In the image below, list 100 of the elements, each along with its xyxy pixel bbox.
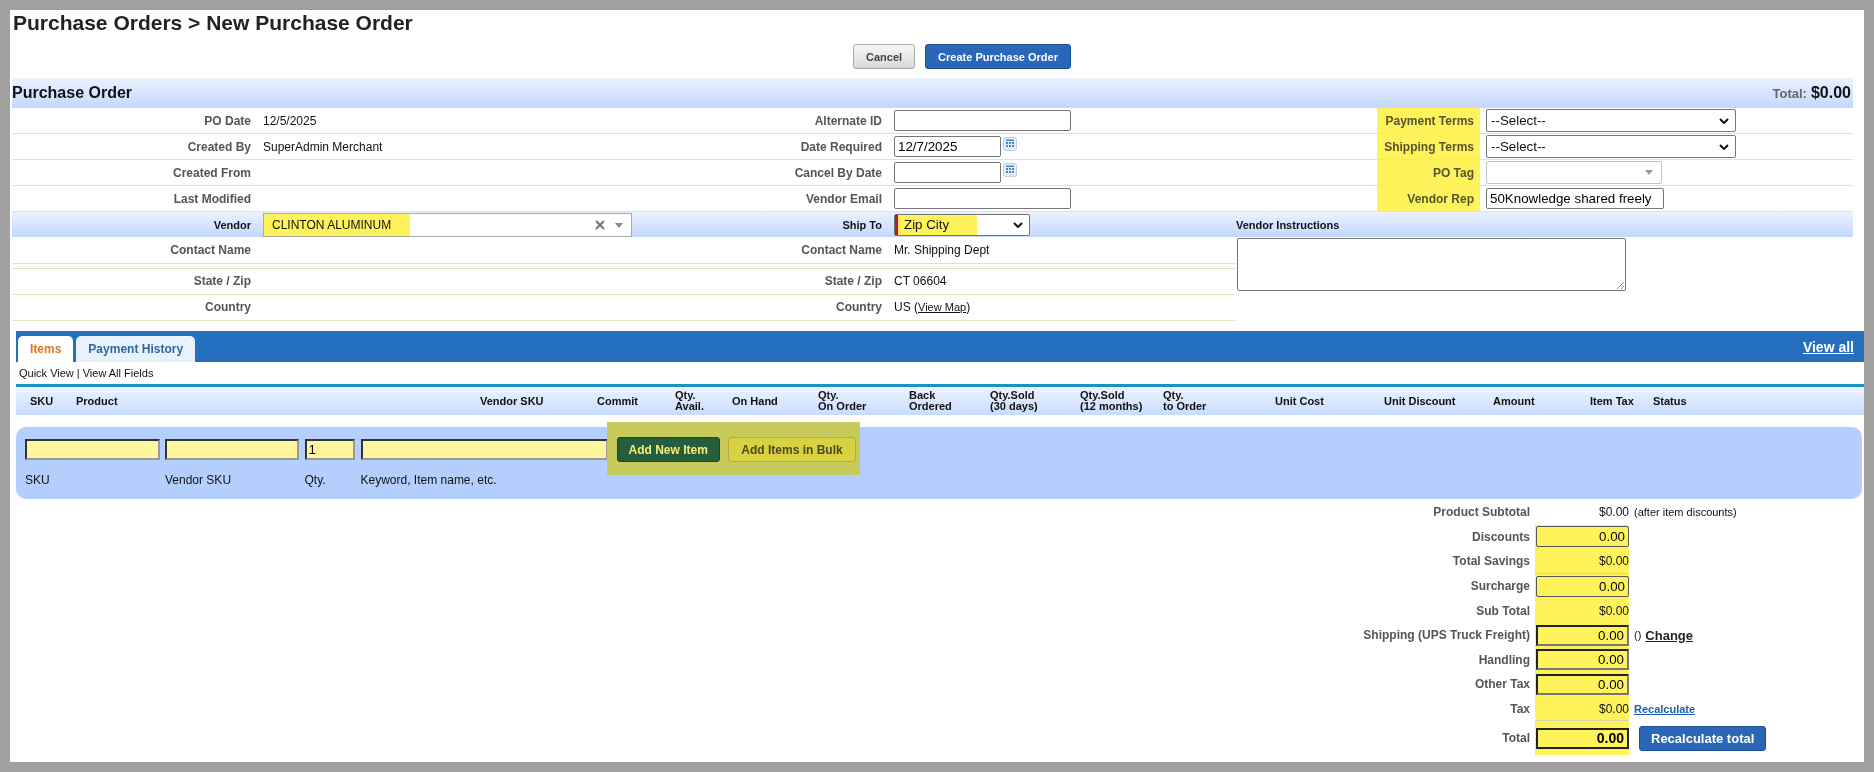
total-label: Total bbox=[1502, 731, 1530, 746]
field-value: 12/5/2025 bbox=[263, 113, 317, 128]
field-label: Created From bbox=[172, 165, 251, 180]
column-header: Amount bbox=[1493, 395, 1535, 407]
calendar-icon[interactable] bbox=[1003, 137, 1017, 151]
amount-field[interactable]: 0.00 bbox=[1536, 673, 1629, 695]
total-label: Surcharge bbox=[1470, 579, 1530, 594]
column-header: Unit Discount bbox=[1384, 395, 1456, 407]
column-header: Back Ordered bbox=[909, 390, 952, 412]
total-label: Sub Total bbox=[1476, 603, 1530, 618]
text-field[interactable] bbox=[25, 439, 160, 460]
field-value: US (View Map) bbox=[894, 300, 971, 315]
text-field[interactable]: 1 bbox=[304, 439, 355, 460]
amount-value: $0.00 bbox=[1598, 554, 1629, 568]
caret-icon bbox=[1645, 170, 1653, 175]
text-field[interactable] bbox=[360, 439, 608, 460]
recalculate-button[interactable]: Recalculate total bbox=[1639, 725, 1767, 751]
column-header: Item Tax bbox=[1590, 395, 1634, 407]
column-header: On Hand bbox=[732, 395, 778, 407]
text-field[interactable]: 50Knowledge shared freely bbox=[1486, 188, 1664, 209]
view-all-link[interactable]: View all bbox=[1802, 338, 1854, 355]
column-header: Commit bbox=[597, 395, 638, 407]
change-link[interactable]: Change bbox=[1645, 627, 1693, 643]
text-field[interactable] bbox=[165, 439, 299, 460]
total-value: $0.00 bbox=[1810, 84, 1851, 102]
calendar-icon[interactable] bbox=[1003, 163, 1017, 177]
recalculate-link[interactable]: Recalculate bbox=[1634, 703, 1696, 716]
column-header: Qty.Sold (12 months) bbox=[1080, 390, 1143, 412]
field-label: Contact Name bbox=[170, 242, 251, 257]
field-label: Contact Name bbox=[801, 242, 882, 257]
view-link[interactable]: Quick View bbox=[19, 367, 74, 379]
clear-icon[interactable] bbox=[595, 220, 605, 230]
column-header: Status bbox=[1653, 395, 1687, 407]
text-field[interactable] bbox=[894, 188, 1071, 209]
column-header: Qty.Sold (30 days) bbox=[990, 390, 1038, 412]
date-field[interactable]: 12/7/2025 bbox=[894, 136, 1001, 157]
view-separator: | bbox=[76, 367, 80, 379]
field-label: State / Zip bbox=[824, 274, 882, 288]
field-label: SKU bbox=[25, 473, 51, 487]
select-field[interactable]: --Select-- bbox=[1486, 135, 1736, 158]
section-title: Purchase Order bbox=[12, 84, 133, 102]
vendor-combobox[interactable]: CLINTON ALUMINUM bbox=[263, 213, 632, 237]
create-order-button[interactable]: Create Purchase Order bbox=[925, 44, 1071, 69]
total-label: Total: bbox=[1772, 85, 1807, 101]
combo-field[interactable] bbox=[1486, 161, 1662, 184]
amount-field[interactable]: 0.00 bbox=[1536, 649, 1629, 671]
text-field[interactable] bbox=[894, 110, 1071, 131]
field-value: SuperAdmin Merchant bbox=[263, 139, 383, 154]
field-label: Payment Terms bbox=[1377, 108, 1480, 133]
total-label: Other Tax bbox=[1474, 677, 1530, 692]
amount-field[interactable]: 0.00 bbox=[1536, 526, 1629, 548]
date-field[interactable] bbox=[894, 162, 1001, 183]
total-label: Handling bbox=[1478, 652, 1530, 667]
cancel-button[interactable]: Cancel bbox=[853, 44, 916, 69]
amount-field[interactable]: 0.00 bbox=[1536, 727, 1629, 749]
field-label: Vendor SKU bbox=[165, 473, 233, 487]
total-label: Total Savings bbox=[1452, 554, 1530, 569]
field-label: Country bbox=[205, 300, 251, 315]
field-label: Vendor bbox=[213, 218, 251, 231]
amount-field[interactable]: 0.00 bbox=[1536, 624, 1629, 646]
bulk-add-button[interactable]: Add Items in Bulk bbox=[728, 437, 856, 462]
field-label: Alternate ID bbox=[814, 113, 882, 128]
resize-grip-icon[interactable] bbox=[1616, 281, 1624, 289]
amount-value: $0.00 bbox=[1598, 701, 1629, 716]
field-label: Keyword, Item name, etc. bbox=[360, 473, 498, 487]
amount-value: $0.00 bbox=[1598, 505, 1629, 520]
view-link[interactable]: View All Fields bbox=[82, 367, 154, 379]
column-header: Product bbox=[76, 395, 118, 407]
field-label: Qty. bbox=[304, 473, 327, 487]
field-label: Vendor Email bbox=[805, 191, 882, 206]
select-field[interactable]: --Select-- bbox=[1486, 109, 1736, 132]
caret-icon bbox=[1013, 221, 1023, 228]
tab[interactable]: Payment History bbox=[76, 336, 196, 362]
field-label: PO Tag bbox=[1377, 160, 1480, 185]
column-header: Qty. On Order bbox=[818, 390, 867, 412]
field-value: Mr. Shipping Dept bbox=[894, 242, 990, 257]
column-header: Vendor SKU bbox=[480, 395, 544, 407]
caret-icon bbox=[1719, 117, 1729, 124]
add-item-button[interactable]: Add New Item bbox=[616, 437, 720, 462]
field-value: CT 06604 bbox=[894, 274, 947, 288]
field-label: Last Modified bbox=[173, 191, 251, 206]
map-link[interactable]: View Map bbox=[918, 301, 967, 314]
field-label: Country bbox=[836, 300, 882, 315]
field-label: Vendor Instructions bbox=[1236, 218, 1340, 231]
field-label: Date Required bbox=[800, 139, 882, 154]
instructions-field[interactable] bbox=[1237, 238, 1626, 291]
amount-field[interactable]: 0.00 bbox=[1536, 575, 1629, 597]
total-label: Product Subtotal bbox=[1433, 505, 1530, 520]
column-header: Unit Cost bbox=[1275, 395, 1324, 407]
field-label: State / Zip bbox=[193, 274, 251, 288]
column-header: Qty. to Order bbox=[1163, 390, 1207, 412]
field-label: Cancel By Date bbox=[794, 165, 882, 180]
field-label: PO Date bbox=[204, 113, 251, 128]
field-label: Vendor Rep bbox=[1377, 186, 1480, 211]
caret-icon bbox=[615, 222, 623, 228]
caret-icon bbox=[1719, 143, 1729, 150]
ship-to-select[interactable]: Zip City bbox=[894, 213, 1030, 236]
note-text: (after item discounts) bbox=[1634, 506, 1737, 519]
total-label: Shipping (UPS Truck Freight) bbox=[1363, 628, 1530, 643]
total-label: Tax bbox=[1510, 702, 1530, 717]
